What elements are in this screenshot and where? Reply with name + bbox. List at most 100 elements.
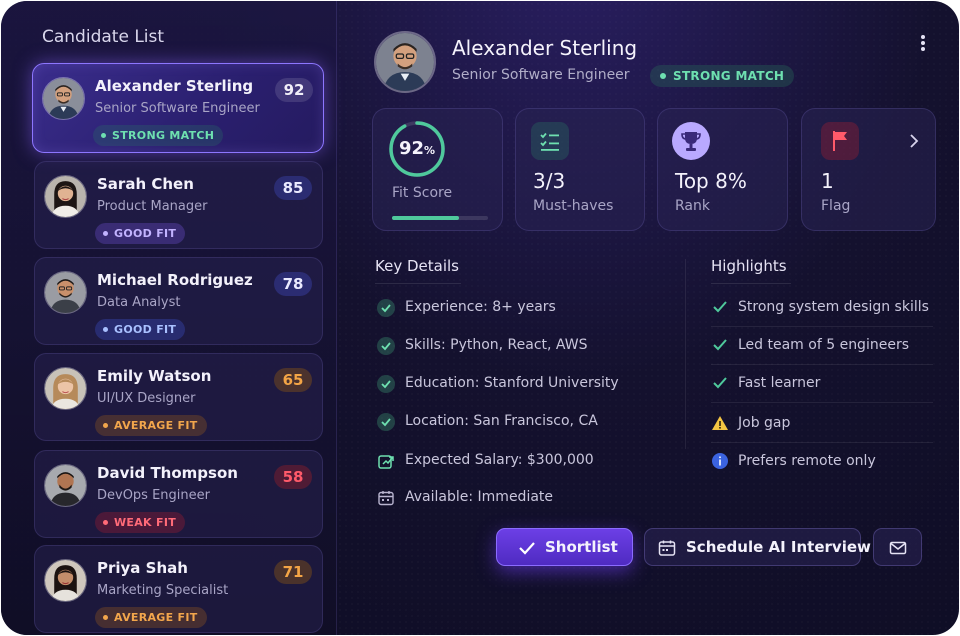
avatar [44,367,87,410]
fit-badge: WEAK FIT [95,512,186,533]
candidate-name: David Thompson [97,464,238,482]
divider [375,283,461,284]
profile-name: Alexander Sterling [452,36,638,60]
salary-icon [378,455,394,469]
flag-label: Flag [821,198,851,214]
fit-score-card[interactable]: 92% Fit Score [372,108,503,231]
check-icon [713,339,727,351]
more-vertical-icon[interactable] [915,33,931,55]
fit-score-bar [392,216,488,220]
rank-card[interactable]: Top 8% Rank [657,108,788,231]
highlight-text: Led team of 5 engineers [738,337,909,353]
candidate-card-michael-rodriguez[interactable]: Michael Rodriguez Data Analyst 78 GOOD F… [34,257,323,345]
check-circle-icon [377,413,395,431]
divider [711,283,791,284]
flag-icon [821,122,859,160]
check-icon [713,377,727,389]
candidate-card-alexander-sterling[interactable]: Alexander Sterling Senior Software Engin… [32,63,324,153]
avatar [42,77,85,120]
candidate-role: Data Analyst [97,295,181,310]
candidate-role: DevOps Engineer [97,488,210,503]
detail-text: Location: San Francisco, CA [405,413,598,429]
candidate-score: 65 [274,368,312,392]
candidate-role: Product Manager [97,199,208,214]
flag-value: 1 [821,169,834,193]
profile-role: Senior Software Engineer [452,67,630,83]
highlight-text: Strong system design skills [738,299,929,315]
calendar-icon [658,540,676,556]
shortlist-button[interactable]: Shortlist [496,528,633,566]
check-icon [519,542,535,555]
calendar-icon [378,491,394,506]
fit-badge: GOOD FIT [95,223,186,244]
candidate-name: Emily Watson [97,367,212,385]
column-divider [685,259,686,449]
shortlist-label: Shortlist [545,538,618,556]
schedule-label: Schedule AI Interview [686,538,871,556]
fit-badge: AVERAGE FIT [95,415,207,436]
rank-value: Top 8% [675,169,747,193]
highlight-text: Fast learner [738,375,821,391]
avatar [44,464,87,507]
email-button[interactable] [873,528,922,566]
candidate-card-sarah-chen[interactable]: Sarah Chen Product Manager 85 GOOD FIT [34,161,323,249]
detail-text: Available: Immediate [405,489,554,505]
candidate-name: Michael Rodriguez [97,271,253,289]
candidate-name: Alexander Sterling [95,77,254,95]
rank-label: Rank [675,198,710,214]
app-frame: Candidate List Alexander Sterling Senior… [1,1,959,635]
fit-badge: AVERAGE FIT [95,607,207,628]
fit-badge: STRONG MATCH [93,125,224,146]
candidate-name: Priya Shah [97,559,188,577]
candidate-score: 71 [274,560,312,584]
must-haves-card[interactable]: 3/3 Must-haves [515,108,645,231]
trophy-icon [672,122,710,160]
candidate-score: 92 [275,78,313,102]
candidate-card-priya-shah[interactable]: Priya Shah Marketing Specialist 71 AVERA… [34,545,323,633]
check-circle-icon [377,299,395,317]
candidate-name: Sarah Chen [97,175,194,193]
candidate-card-david-thompson[interactable]: David Thompson DevOps Engineer 58 WEAK F… [34,450,323,538]
fit-badge: GOOD FIT [95,319,186,340]
check-circle-icon [377,375,395,393]
info-icon [712,453,728,469]
detail-text: Education: Stanford University [405,375,619,391]
candidate-role: Senior Software Engineer [95,101,260,116]
highlight-item: Fast learner [711,365,933,403]
detail-text: Expected Salary: $300,000 [405,452,594,468]
highlight-item: Prefers remote only [711,443,933,481]
candidate-list-panel: Candidate List Alexander Sterling Senior… [1,1,337,635]
checklist-icon [531,122,569,160]
warning-icon [712,416,728,430]
candidate-score: 78 [274,272,312,296]
fit-score-label: Fit Score [392,185,453,201]
check-icon [713,301,727,313]
highlight-text: Prefers remote only [738,453,876,469]
avatar [44,175,87,218]
detail-text: Skills: Python, React, AWS [405,337,588,353]
avatar [44,559,87,602]
detail-text: Experience: 8+ years [405,299,556,315]
candidate-role: UI/UX Designer [97,391,196,406]
candidate-card-emily-watson[interactable]: Emily Watson UI/UX Designer 65 AVERAGE F… [34,353,323,441]
candidate-role: Marketing Specialist [97,583,229,598]
must-haves-value: 3/3 [533,169,566,193]
match-badge: STRONG MATCH [650,65,795,87]
profile-avatar [374,31,436,93]
highlights-title: Highlights [711,257,787,275]
highlight-text: Job gap [738,415,791,431]
candidate-score: 85 [274,176,312,200]
chevron-right-icon[interactable] [907,132,921,150]
key-details-title: Key Details [375,257,459,275]
check-circle-icon [377,337,395,355]
highlight-item: Strong system design skills [711,289,933,327]
must-haves-label: Must-haves [533,198,614,214]
highlight-item: Led team of 5 engineers [711,327,933,365]
candidate-list-title: Candidate List [42,27,165,47]
candidate-score: 58 [274,465,312,489]
flag-card[interactable]: 1 Flag [801,108,936,231]
highlight-item: Job gap [711,405,933,443]
mail-icon [889,541,907,555]
fit-score-value: 92% [398,138,436,159]
schedule-ai-interview-button[interactable]: Schedule AI Interview [644,528,871,566]
